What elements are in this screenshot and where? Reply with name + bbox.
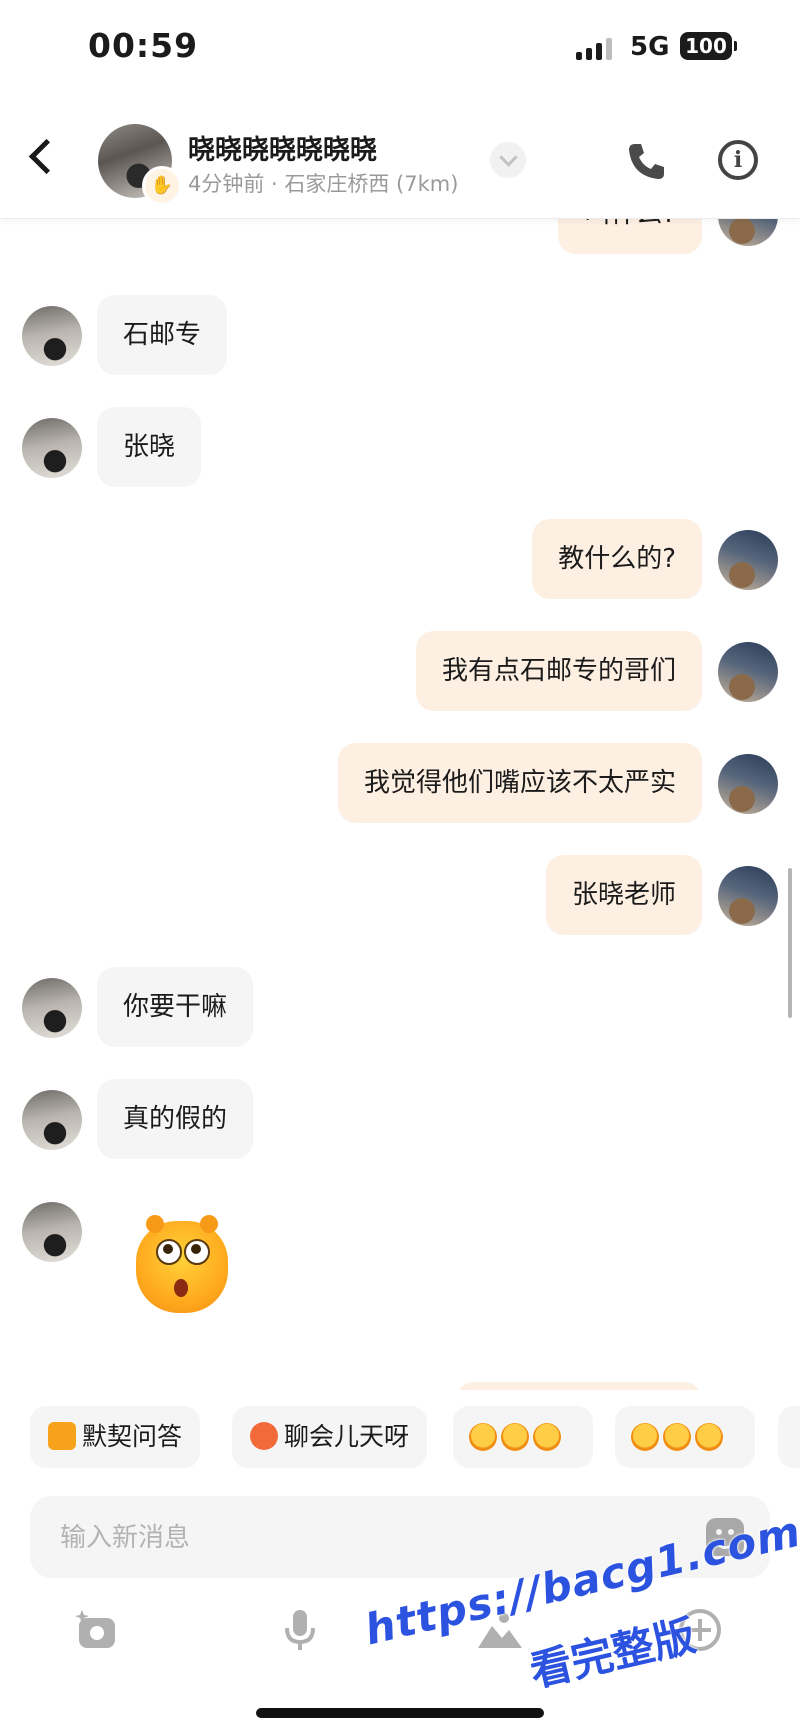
my-avatar[interactable] (718, 754, 778, 814)
my-avatar[interactable] (718, 218, 778, 246)
network-type: 5G (630, 32, 670, 62)
quick-reply-label: 聊会儿天呀 (284, 1422, 410, 1451)
info-button[interactable]: i (718, 140, 758, 180)
microphone-icon (285, 1610, 315, 1650)
voice-button[interactable] (276, 1606, 324, 1654)
quick-reply-emoji-set-1[interactable] (453, 1406, 593, 1468)
quick-reply-quiz[interactable]: 默契问答 (30, 1406, 201, 1468)
emoji-icon (631, 1423, 659, 1451)
message-bubble-outgoing[interactable]: 教什么的? (532, 519, 702, 599)
watermark-text: 看完整版 (525, 1610, 701, 1697)
expand-chevron-icon[interactable] (490, 142, 526, 178)
scrollbar[interactable] (788, 868, 792, 1018)
contact-name[interactable]: 晓晓晓晓晓晓晓 (188, 128, 377, 167)
quick-reply-overflow[interactable] (778, 1406, 800, 1468)
wave-hand-badge-icon: ✋ (142, 166, 182, 206)
my-avatar[interactable] (718, 530, 778, 590)
emoji-icon (533, 1423, 561, 1451)
quick-reply-label: 默契问答 (82, 1422, 183, 1451)
back-button[interactable] (26, 136, 56, 176)
chat-header: ✋ 晓晓晓晓晓晓晓 4分钟前 · 石家庄桥西 (7km) i (0, 96, 800, 219)
home-indicator[interactable] (256, 1708, 544, 1718)
pencil-quiz-icon (48, 1422, 76, 1450)
message-bubble-outgoing[interactable]: 我有点石邮专的哥们 (415, 631, 702, 711)
camera-icon (75, 1610, 115, 1648)
contact-avatar-small[interactable] (22, 1090, 82, 1150)
contact-avatar-small[interactable] (22, 1202, 82, 1262)
surprised-face-sticker[interactable] (136, 1215, 228, 1313)
status-bar: 00:59 5G 100 (0, 0, 800, 96)
phone-icon (629, 144, 664, 179)
message-bubble-outgoing[interactable]: 我觉得他们嘴应该不太严实 (337, 743, 702, 823)
my-avatar[interactable] (718, 642, 778, 702)
message-list[interactable]: 叫什么? 石邮专 张晓 教什么的? 我有点石邮专的哥们 我觉得他们嘴应该不太严实… (0, 218, 800, 1390)
contact-avatar-small[interactable] (22, 978, 82, 1038)
contact-avatar-small[interactable] (22, 418, 82, 478)
message-bubble-incoming[interactable]: 张晓 (97, 407, 202, 487)
quick-reply-chat[interactable]: 聊会儿天呀 (232, 1406, 428, 1468)
signal-icon (576, 38, 618, 60)
message-bubble-outgoing[interactable]: 张晓老师 (545, 855, 702, 935)
my-avatar[interactable] (718, 866, 778, 926)
emoji-icon (695, 1423, 723, 1451)
message-bubble-incoming[interactable]: 你要干嘛 (97, 967, 254, 1047)
emoji-icon (501, 1423, 529, 1451)
contact-avatar-small[interactable] (22, 306, 82, 366)
message-bubble-outgoing[interactable]: 叫什么? (558, 218, 702, 254)
camera-button[interactable] (74, 1606, 122, 1654)
message-bubble-incoming[interactable]: 石邮专 (97, 295, 228, 375)
emoji-icon (469, 1423, 497, 1451)
phone-call-button[interactable] (622, 138, 670, 186)
battery-icon: 100 (680, 32, 737, 60)
status-time: 00:59 (88, 26, 199, 65)
message-bubble-outgoing-partial[interactable] (456, 1382, 702, 1390)
quick-reply-emoji-set-2[interactable] (615, 1406, 755, 1468)
contact-meta: 4分钟前 · 石家庄桥西 (7km) (188, 172, 459, 196)
chat-mascot-icon (250, 1422, 278, 1450)
emoji-icon (663, 1423, 691, 1451)
message-bubble-incoming[interactable]: 真的假的 (97, 1079, 254, 1159)
